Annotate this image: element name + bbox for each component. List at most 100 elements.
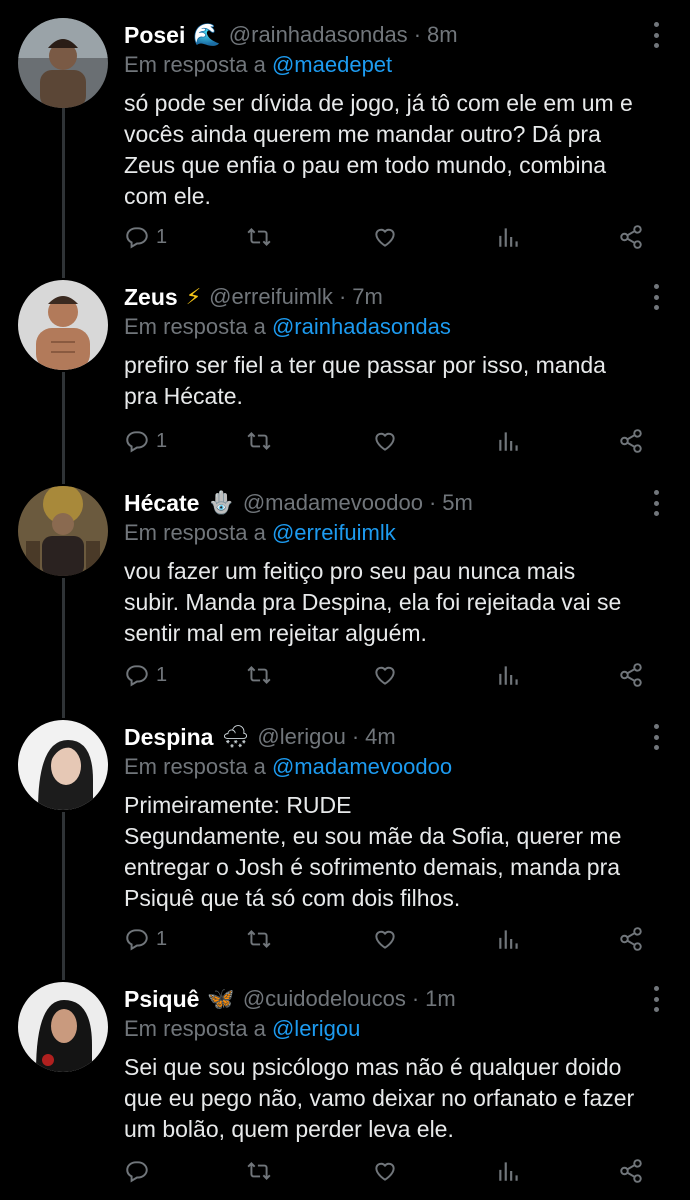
tweet-text-line: Sei que sou psicólogo mas não é qualquer… bbox=[124, 1054, 622, 1080]
reply-icon bbox=[126, 431, 148, 453]
views-icon bbox=[499, 930, 518, 949]
reply-prefix: Em resposta a bbox=[124, 520, 266, 545]
share-button[interactable] bbox=[618, 660, 644, 690]
reply-mention[interactable]: @erreifuimlk bbox=[272, 520, 396, 545]
reply-context: Em resposta a @maedepet bbox=[124, 52, 392, 78]
tweet-text-line: entregar o Josh é sofrimento demais, man… bbox=[124, 854, 621, 880]
reply-context: Em resposta a @lerigou bbox=[124, 1016, 360, 1042]
like-button[interactable] bbox=[372, 222, 398, 252]
avatar[interactable] bbox=[18, 720, 108, 810]
reply-icon bbox=[126, 227, 148, 249]
retweet-icon bbox=[247, 666, 271, 684]
reply-prefix: Em resposta a bbox=[124, 1016, 266, 1041]
timestamp[interactable]: 5m bbox=[442, 490, 473, 516]
tweet-actions: 1 bbox=[124, 660, 654, 690]
tweet-text-line: um bolão, quem perder leva ele. bbox=[124, 1116, 454, 1142]
views-button[interactable] bbox=[496, 924, 522, 954]
reply-count: 1 bbox=[156, 927, 168, 950]
views-button[interactable] bbox=[496, 1156, 522, 1186]
retweet-button[interactable] bbox=[246, 924, 272, 954]
retweet-button[interactable] bbox=[246, 660, 272, 690]
avatar[interactable] bbox=[18, 982, 108, 1072]
like-icon bbox=[375, 432, 395, 451]
reply-icon bbox=[126, 1161, 148, 1183]
tweet-text-line: só pode ser dívida de jogo, já tô com el… bbox=[124, 90, 633, 116]
wave-emoji: 🌊 bbox=[193, 22, 221, 47]
avatar[interactable] bbox=[18, 280, 108, 370]
reply-button[interactable]: 1 bbox=[124, 426, 167, 456]
user-handle[interactable]: @erreifuimlk bbox=[209, 284, 333, 310]
user-handle[interactable]: @lerigou bbox=[257, 724, 345, 750]
share-icon bbox=[620, 1159, 642, 1183]
separator-dot: · bbox=[338, 284, 347, 309]
reply-mention[interactable]: @lerigou bbox=[272, 1016, 360, 1041]
reply-prefix: Em resposta a bbox=[124, 754, 266, 779]
more-options-icon[interactable] bbox=[652, 284, 660, 310]
tweet-actions: 1 bbox=[124, 222, 654, 252]
reply-button[interactable]: 1 bbox=[124, 660, 167, 690]
reply-icon bbox=[126, 929, 148, 951]
views-button[interactable] bbox=[496, 222, 522, 252]
more-options-icon[interactable] bbox=[652, 724, 660, 750]
share-icon bbox=[620, 927, 642, 951]
more-options-icon[interactable] bbox=[652, 986, 660, 1012]
views-icon bbox=[499, 432, 518, 451]
user-handle[interactable]: @rainhadasondas bbox=[229, 22, 408, 48]
like-button[interactable] bbox=[372, 660, 398, 690]
tweet-text-line: subir. Manda pra Despina, ela foi rejeit… bbox=[124, 589, 622, 615]
tweet-text: Sei que sou psicólogo mas não é qualquer… bbox=[124, 1052, 666, 1145]
display-name[interactable]: Zeus bbox=[124, 284, 178, 311]
avatar[interactable] bbox=[18, 486, 108, 576]
tweet-text: Primeiramente: RUDE Segundamente, eu sou… bbox=[124, 790, 666, 914]
retweet-icon bbox=[247, 930, 271, 948]
timestamp[interactable]: 1m bbox=[425, 986, 456, 1012]
views-button[interactable] bbox=[496, 426, 522, 456]
tweet-text-line: Primeiramente: RUDE bbox=[124, 792, 352, 818]
separator-dot: · bbox=[351, 724, 360, 749]
reply-mention[interactable]: @rainhadasondas bbox=[272, 314, 451, 339]
thread-connector bbox=[62, 372, 65, 484]
share-button[interactable] bbox=[618, 426, 644, 456]
retweet-button[interactable] bbox=[246, 426, 272, 456]
tweet-text-line: Psiquê que tá só com dois filhos. bbox=[124, 885, 461, 911]
more-options-icon[interactable] bbox=[652, 22, 660, 48]
reply-button[interactable]: 1 bbox=[124, 924, 167, 954]
display-name[interactable]: Posei bbox=[124, 22, 185, 49]
reply-button[interactable] bbox=[124, 1156, 156, 1186]
reply-mention[interactable]: @maedepet bbox=[272, 52, 392, 77]
more-options-icon[interactable] bbox=[652, 490, 660, 516]
like-icon bbox=[375, 666, 395, 685]
tweet-text: vou fazer um feitiço pro seu pau nunca m… bbox=[124, 556, 666, 649]
share-button[interactable] bbox=[618, 222, 644, 252]
like-button[interactable] bbox=[372, 1156, 398, 1186]
like-button[interactable] bbox=[372, 426, 398, 456]
timestamp[interactable]: 8m bbox=[427, 22, 458, 48]
timestamp[interactable]: 7m bbox=[352, 284, 383, 310]
tweet-actions: 1 bbox=[124, 426, 654, 456]
tweet-text: só pode ser dívida de jogo, já tô com el… bbox=[124, 88, 666, 212]
reply-mention[interactable]: @madamevoodoo bbox=[272, 754, 452, 779]
user-handle[interactable]: @cuidodeloucos bbox=[243, 986, 406, 1012]
like-button[interactable] bbox=[372, 924, 398, 954]
retweet-button[interactable] bbox=[246, 1156, 272, 1186]
separator-dot: · bbox=[428, 490, 437, 515]
snow-cloud-emoji: 🌨 bbox=[221, 724, 250, 749]
tweet-text-line: Segundamente, eu sou mãe da Sofia, quere… bbox=[124, 823, 622, 849]
tweet-text-line: vocês ainda querem me mandar outro? Dá p… bbox=[124, 121, 601, 147]
views-button[interactable] bbox=[496, 660, 522, 690]
share-button[interactable] bbox=[618, 924, 644, 954]
user-handle[interactable]: @madamevoodoo bbox=[243, 490, 423, 516]
like-icon bbox=[375, 1162, 395, 1181]
share-button[interactable] bbox=[618, 1156, 644, 1186]
display-name[interactable]: Despina bbox=[124, 724, 213, 751]
tweet-text-line: Zeus que enfia o pau em todo mundo, comb… bbox=[124, 152, 607, 178]
avatar[interactable] bbox=[18, 18, 108, 108]
timestamp[interactable]: 4m bbox=[365, 724, 396, 750]
tweet-text-line: prefiro ser fiel a ter que passar por is… bbox=[124, 352, 606, 378]
display-name[interactable]: Hécate bbox=[124, 490, 199, 517]
reply-button[interactable]: 1 bbox=[124, 222, 167, 252]
display-name[interactable]: Psiquê bbox=[124, 986, 199, 1013]
tweet-text: prefiro ser fiel a ter que passar por is… bbox=[124, 350, 666, 412]
retweet-button[interactable] bbox=[246, 222, 272, 252]
thread-connector bbox=[62, 108, 65, 278]
